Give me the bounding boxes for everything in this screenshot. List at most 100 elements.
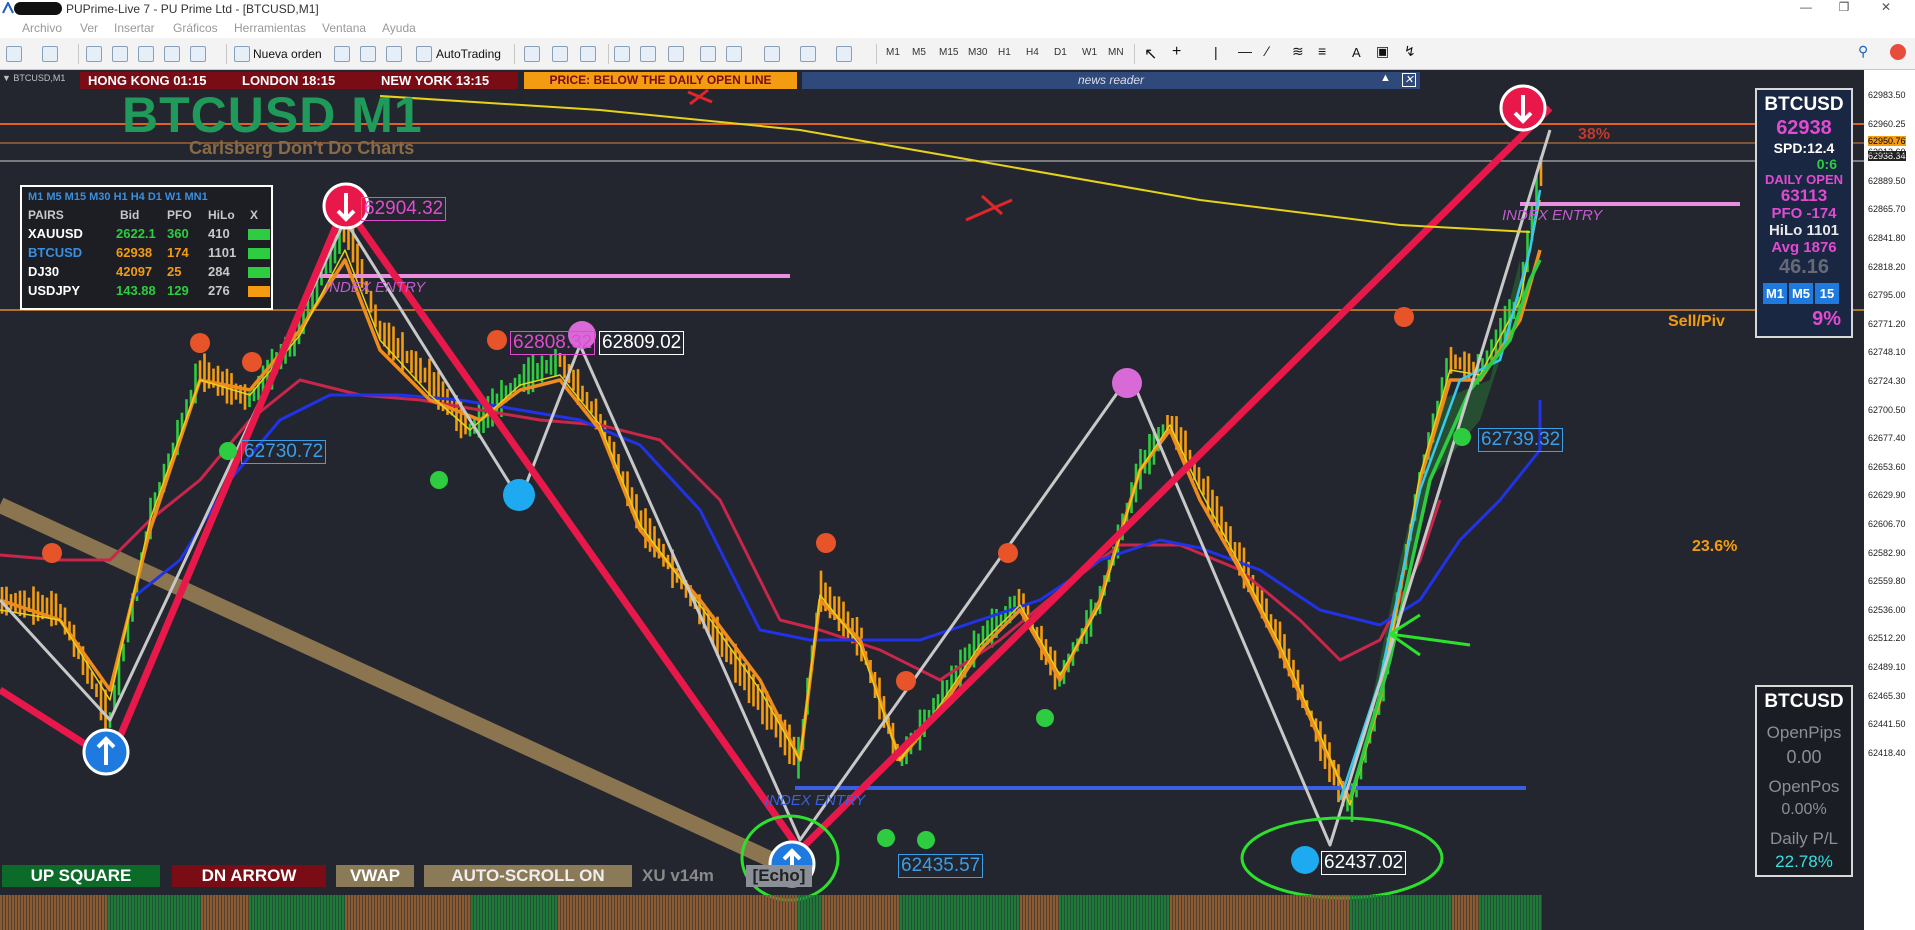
menu-ver[interactable]: Ver xyxy=(80,21,98,35)
volume-bar xyxy=(522,895,525,930)
zoom-in-icon[interactable] xyxy=(614,46,630,62)
tf-h1[interactable]: H1 xyxy=(998,47,1011,58)
swing-high-dot xyxy=(816,533,836,553)
crosshair-icon[interactable]: + xyxy=(1172,43,1181,61)
tf-mn[interactable]: MN xyxy=(1108,47,1124,58)
navigator-icon[interactable] xyxy=(138,46,154,62)
terminal-icon[interactable] xyxy=(164,46,180,62)
periods-icon[interactable] xyxy=(800,46,816,62)
chart-canvas[interactable] xyxy=(0,70,1864,930)
volume-bar xyxy=(1239,895,1242,930)
volume-bar xyxy=(48,895,51,930)
volume-bar xyxy=(1182,895,1185,930)
header-bid: Bid xyxy=(120,208,140,222)
close-icon[interactable]: ✕ xyxy=(1402,73,1416,87)
autotrading-button[interactable]: AutoTrading xyxy=(436,47,501,61)
tf-m5[interactable]: M5 xyxy=(912,47,926,58)
tf-m1[interactable]: M1 xyxy=(886,47,900,58)
volume-bar xyxy=(1473,895,1476,930)
info-tf-m5-button[interactable]: M5 xyxy=(1789,283,1813,304)
autoscroll-icon[interactable] xyxy=(726,46,742,62)
channel-icon[interactable]: ≋ xyxy=(1292,43,1304,60)
volume-bar xyxy=(726,895,729,930)
profiles-icon[interactable] xyxy=(42,46,58,62)
market-watch-icon[interactable] xyxy=(86,46,102,62)
tf-d1[interactable]: D1 xyxy=(1054,47,1067,58)
volume-bar xyxy=(1128,895,1131,930)
horizontal-line-icon[interactable]: — xyxy=(1238,43,1252,59)
pair-hilo: 410 xyxy=(208,226,230,241)
chart-shift-icon[interactable] xyxy=(700,46,716,62)
trendline-icon[interactable]: ∕ xyxy=(1266,43,1268,59)
new-order-icon[interactable] xyxy=(234,46,250,62)
indicators-icon[interactable] xyxy=(764,46,780,62)
tester-icon[interactable] xyxy=(190,46,206,62)
cursor-icon[interactable]: ↖ xyxy=(1144,44,1157,64)
volume-bar xyxy=(138,895,141,930)
volume-bar xyxy=(1374,895,1377,930)
bar-chart-icon[interactable] xyxy=(524,46,540,62)
search-icon[interactable]: ⚲ xyxy=(1858,43,1868,60)
volume-bar xyxy=(495,895,498,930)
vwap-button[interactable]: VWAP xyxy=(336,865,414,887)
volume-bar xyxy=(1098,895,1101,930)
info-tf-m1-button[interactable]: M1 xyxy=(1763,283,1787,304)
new-chart-icon[interactable] xyxy=(6,46,22,62)
volume-bar xyxy=(144,895,147,930)
close-icon[interactable]: ✕ xyxy=(1874,0,1898,16)
swing-low-dot xyxy=(430,471,448,489)
volume-bar xyxy=(1131,895,1134,930)
minimize-icon[interactable]: — xyxy=(1794,0,1818,16)
collapse-up-icon[interactable]: ▲ xyxy=(1380,72,1391,84)
news-reader-bar[interactable]: news reader ▲ ✕ xyxy=(802,72,1420,89)
data-window-icon[interactable] xyxy=(112,46,128,62)
new-order-button[interactable]: Nueva orden xyxy=(253,47,322,61)
metaeditor-icon[interactable] xyxy=(334,46,350,62)
volume-bar xyxy=(1380,895,1383,930)
text-label-icon[interactable]: ▣ xyxy=(1376,43,1389,60)
text-tool-icon[interactable]: A xyxy=(1352,45,1361,60)
fib-38-label: 38% xyxy=(1578,126,1611,143)
fibonacci-icon[interactable]: ≡ xyxy=(1318,43,1326,59)
price-axis[interactable]: 62983.50 62960.25 62950.76 62938.34 62912.60… xyxy=(1864,70,1915,930)
volume-bar xyxy=(1011,895,1014,930)
notification-icon[interactable] xyxy=(1890,44,1906,60)
info-tf-15-button[interactable]: 15 xyxy=(1815,283,1839,304)
echo-button[interactable]: [Echo] xyxy=(746,865,812,887)
restore-icon[interactable]: ❐ xyxy=(1832,0,1856,16)
menu-archivo[interactable]: Archivo xyxy=(22,21,62,35)
autotrading-icon[interactable] xyxy=(416,46,432,62)
templates-icon[interactable] xyxy=(836,46,852,62)
tile-windows-icon[interactable] xyxy=(668,46,684,62)
info-timer: 0:6 xyxy=(1816,156,1837,172)
pair-name: BTCUSD xyxy=(28,245,83,260)
signals-icon[interactable] xyxy=(360,46,376,62)
candlestick-icon[interactable] xyxy=(552,46,568,62)
menu-graficos[interactable]: Gráficos xyxy=(173,21,218,35)
volume-bar xyxy=(1281,895,1284,930)
volume-bar xyxy=(1047,895,1050,930)
menu-ventana[interactable]: Ventana xyxy=(322,21,366,35)
tf-h4[interactable]: H4 xyxy=(1026,47,1039,58)
volume-bar xyxy=(39,895,42,930)
tf-w1[interactable]: W1 xyxy=(1082,47,1097,58)
up-square-button[interactable]: UP SQUARE xyxy=(2,865,160,887)
tf-m30[interactable]: M30 xyxy=(968,47,987,58)
tf-m15[interactable]: M15 xyxy=(939,47,958,58)
dn-arrow-button[interactable]: DN ARROW xyxy=(172,865,326,887)
menu-insertar[interactable]: Insertar xyxy=(114,21,155,35)
menu-ayuda[interactable]: Ayuda xyxy=(382,21,416,35)
volume-bar xyxy=(1041,895,1044,930)
volume-bar xyxy=(1149,895,1152,930)
line-chart-icon[interactable] xyxy=(580,46,596,62)
volume-bar xyxy=(1527,895,1530,930)
vps-icon[interactable] xyxy=(386,46,402,62)
vertical-line-icon[interactable]: | xyxy=(1214,44,1218,60)
volume-bar xyxy=(342,895,345,930)
volume-bar xyxy=(15,895,18,930)
auto-scroll-button[interactable]: AUTO-SCROLL ON xyxy=(424,865,632,887)
menu-herramientas[interactable]: Herramientas xyxy=(234,21,306,35)
zoom-out-icon[interactable] xyxy=(640,46,656,62)
volume-bar xyxy=(1320,895,1323,930)
arrows-icon[interactable]: ↯ xyxy=(1404,43,1416,60)
